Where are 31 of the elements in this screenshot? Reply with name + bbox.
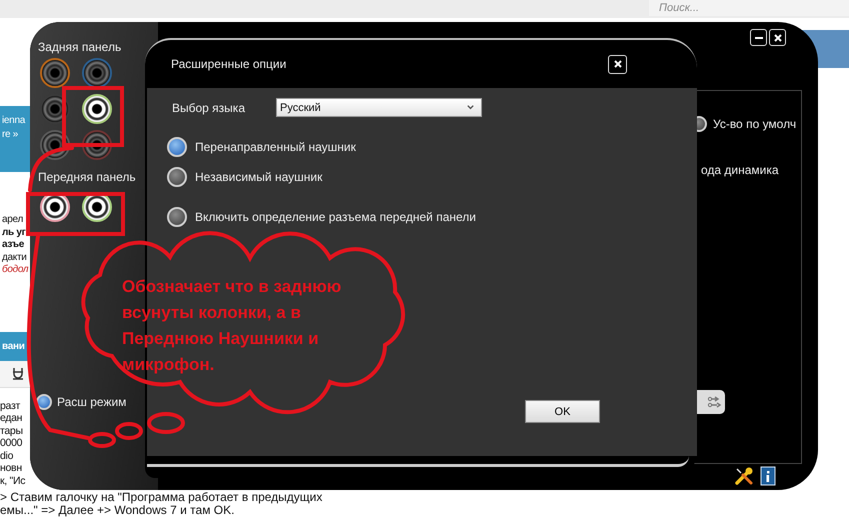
radio-label: Расш режим <box>57 395 126 409</box>
annotation-text: Обозначает что в заднюю всунуты колонки, а в Переднюю Наушники и микрофон. <box>122 276 342 376</box>
page-text: дакти <box>2 252 27 264</box>
page-text: 0000 <box>0 437 22 450</box>
panel-label: Задняя панель <box>38 40 122 54</box>
dialog-title: Расширенные опции <box>171 57 286 71</box>
page-text: вани <box>2 340 25 352</box>
page-text: dio <box>0 450 14 462</box>
page-text: новн <box>0 462 22 474</box>
page-text: азъе <box>2 239 24 252</box>
language-dropdown[interactable]: Русский <box>276 98 482 117</box>
ok-button[interactable]: OK <box>525 400 600 423</box>
option-label: Включить определение разъема передней панели <box>195 210 476 224</box>
page-text: арел <box>2 214 23 226</box>
language-label: Выбор языка <box>172 100 246 114</box>
option-label: Независимый наушник <box>195 170 322 184</box>
page-text: разт <box>0 400 20 412</box>
page-text: re » <box>2 128 18 142</box>
page-text: бодол <box>2 264 28 276</box>
option-label: Перенаправленный наушник <box>195 140 356 154</box>
page-text: тары <box>0 424 23 437</box>
panel-label: Передняя панель <box>38 170 137 184</box>
option-label: Ус-во по умолч <box>713 117 796 131</box>
page-text: емы..." => Далее +> Wondows 7 и там OK. <box>0 504 234 516</box>
page-text: > Ставим галочку на "Программа работает в предыдущих <box>0 491 322 504</box>
option-label: ода динамика <box>701 163 779 177</box>
search-field[interactable]: Поиск... <box>649 0 849 16</box>
page-text: едан <box>0 412 22 424</box>
page-text: к, "Ис <box>0 474 26 487</box>
page-text: ienna <box>2 114 25 128</box>
page-text: ль уг <box>2 226 26 239</box>
